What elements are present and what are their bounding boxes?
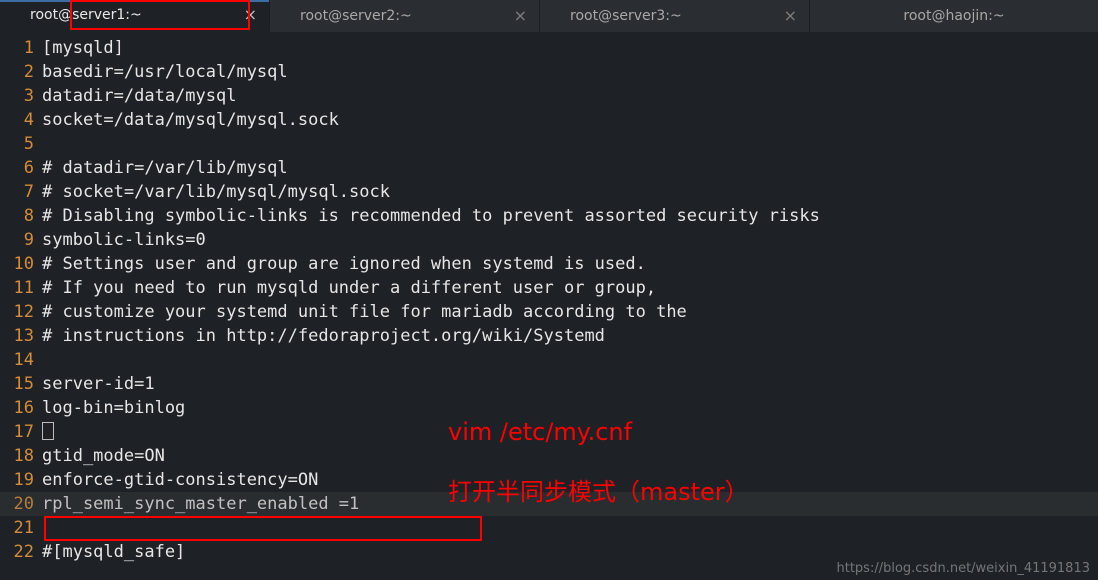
code-line[interactable]: rpl_semi_sync_master_enabled =1	[42, 492, 1098, 516]
line-number: 11	[0, 276, 34, 300]
code-line[interactable]: # Settings user and group are ignored wh…	[42, 252, 1098, 276]
line-number: 13	[0, 324, 34, 348]
code-line[interactable]: server-id=1	[42, 372, 1098, 396]
code-line[interactable]: gtid_mode=ON	[42, 444, 1098, 468]
tab-label: root@server3:~	[570, 8, 682, 24]
code-line[interactable]: symbolic-links=0	[42, 228, 1098, 252]
line-number: 22	[0, 540, 34, 564]
line-number: 17	[0, 420, 34, 444]
line-number: 18	[0, 444, 34, 468]
line-number: 1	[0, 36, 34, 60]
tab-bar: root@server1:~ × root@server2:~ × root@s…	[0, 0, 1098, 32]
code-line[interactable]	[42, 420, 1098, 444]
code-line[interactable]: # socket=/var/lib/mysql/mysql.sock	[42, 180, 1098, 204]
line-number: 4	[0, 108, 34, 132]
code-line[interactable]: enforce-gtid-consistency=ON	[42, 468, 1098, 492]
line-number: 21	[0, 516, 34, 540]
line-number: 9	[0, 228, 34, 252]
cursor	[42, 422, 54, 440]
line-number: 5	[0, 132, 34, 156]
line-number: 15	[0, 372, 34, 396]
tab-label: root@server2:~	[300, 8, 412, 24]
tab-label: root@server1:~	[30, 7, 142, 23]
tab-server1[interactable]: root@server1:~ ×	[0, 0, 270, 32]
code-line[interactable]: datadir=/data/mysql	[42, 84, 1098, 108]
line-number: 3	[0, 84, 34, 108]
code-line[interactable]: # datadir=/var/lib/mysql	[42, 156, 1098, 180]
code-line[interactable]: socket=/data/mysql/mysql.sock	[42, 108, 1098, 132]
line-number: 14	[0, 348, 34, 372]
line-number: 8	[0, 204, 34, 228]
line-number: 12	[0, 300, 34, 324]
close-icon[interactable]: ×	[244, 7, 257, 23]
code-line[interactable]	[42, 132, 1098, 156]
line-number: 2	[0, 60, 34, 84]
code-line[interactable]: [mysqld]	[42, 36, 1098, 60]
code-line[interactable]: # instructions in http://fedoraproject.o…	[42, 324, 1098, 348]
line-number-gutter: 12345678910111213141516171819202122	[0, 36, 42, 564]
code-line[interactable]	[42, 516, 1098, 540]
code-line[interactable]: log-bin=binlog	[42, 396, 1098, 420]
line-number: 10	[0, 252, 34, 276]
line-number: 7	[0, 180, 34, 204]
line-number: 19	[0, 468, 34, 492]
code-line[interactable]	[42, 348, 1098, 372]
tab-haojin[interactable]: root@haojin:~	[810, 0, 1098, 32]
line-number: 16	[0, 396, 34, 420]
code-line[interactable]: basedir=/usr/local/mysql	[42, 60, 1098, 84]
line-number: 6	[0, 156, 34, 180]
code-line[interactable]: # If you need to run mysqld under a diff…	[42, 276, 1098, 300]
code-line[interactable]: # Disabling symbolic-links is recommende…	[42, 204, 1098, 228]
close-icon[interactable]: ×	[514, 8, 527, 24]
tab-server3[interactable]: root@server3:~ ×	[540, 0, 810, 32]
line-number: 20	[0, 492, 34, 516]
tab-server2[interactable]: root@server2:~ ×	[270, 0, 540, 32]
watermark: https://blog.csdn.net/weixin_41191813	[836, 561, 1090, 576]
code-line[interactable]: # customize your systemd unit file for m…	[42, 300, 1098, 324]
close-icon[interactable]: ×	[784, 8, 797, 24]
code-area[interactable]: [mysqld]basedir=/usr/local/mysqldatadir=…	[42, 36, 1098, 564]
tab-label: root@haojin:~	[903, 8, 1004, 24]
editor[interactable]: 12345678910111213141516171819202122 [mys…	[0, 32, 1098, 564]
